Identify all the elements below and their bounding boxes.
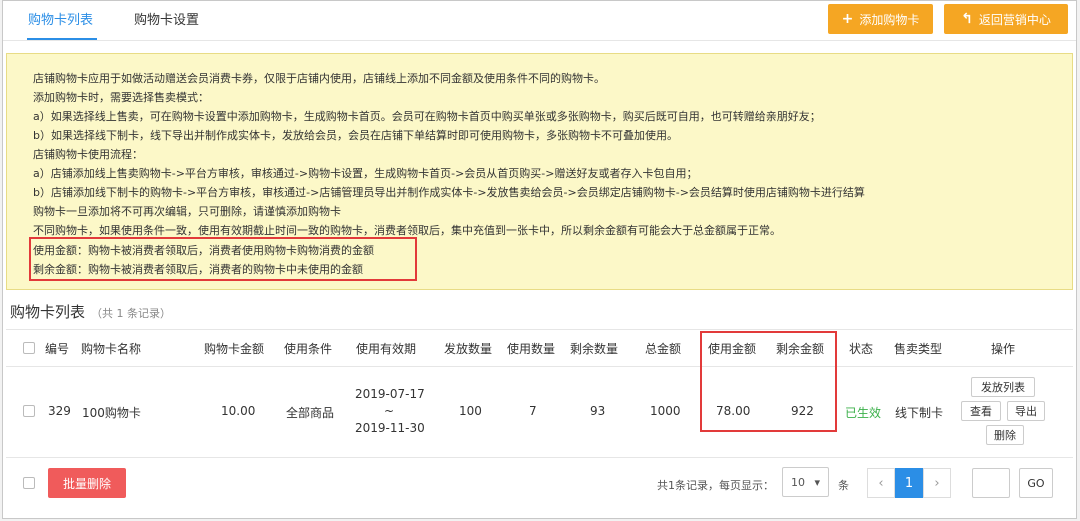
- cell-valid-end: 2019-11-30: [355, 421, 425, 435]
- add-card-button[interactable]: + 添加购物卡: [828, 4, 933, 34]
- notice-highlight-box: [29, 237, 417, 281]
- back-to-marketing-button[interactable]: ↰ 返回营销中心: [944, 4, 1068, 34]
- plus-icon: +: [841, 11, 854, 27]
- record-count: （共 1 条记录）: [91, 307, 171, 320]
- notice-line: b）店铺添加线下制卡的购物卡->平台方审核，审核通过->店铺管理员导出并制作成实…: [33, 186, 865, 199]
- col-header-condition: 使用条件: [284, 342, 333, 356]
- col-header-issued: 发放数量: [444, 342, 493, 356]
- col-header-total: 总金额: [645, 342, 682, 356]
- per-page-unit: 条: [838, 479, 849, 492]
- cell-total: 1000: [650, 404, 681, 418]
- cell-condition: 全部商品: [286, 406, 335, 420]
- footer-select-all-checkbox[interactable]: [23, 477, 35, 489]
- export-button[interactable]: 导出: [1007, 401, 1045, 421]
- page-1-button[interactable]: 1: [895, 468, 923, 498]
- tab-divider: [3, 40, 1076, 41]
- cell-remaining: 93: [590, 404, 606, 418]
- notice-line: a）店铺添加线上售卖购物卡->平台方审核，审核通过->购物卡设置，生成购物卡首页…: [33, 167, 698, 180]
- cell-used: 7: [529, 404, 537, 418]
- per-page-select[interactable]: 10 ▾: [782, 467, 829, 497]
- add-card-label: 添加购物卡: [859, 12, 920, 27]
- col-header-sale-type: 售卖类型: [894, 342, 943, 356]
- per-page-value: 10: [791, 475, 805, 489]
- notice-line: 店铺购物卡使用流程：: [33, 148, 143, 161]
- row-checkbox[interactable]: [23, 405, 35, 417]
- next-page-button[interactable]: ›: [923, 468, 951, 498]
- delete-button[interactable]: 删除: [986, 425, 1024, 445]
- list-title: 购物卡列表: [10, 303, 86, 321]
- col-header-id: 编号: [45, 342, 70, 356]
- row-divider: [6, 457, 1073, 458]
- return-arrow-icon: ↰: [961, 11, 973, 27]
- goto-page-input[interactable]: [972, 468, 1010, 498]
- tab-card-settings[interactable]: 购物卡设置: [134, 9, 199, 28]
- caret-down-icon: ▾: [814, 475, 820, 489]
- notice-line: 添加购物卡时，需要选择售卖模式：: [33, 91, 209, 104]
- notice-line: b）如果选择线下制卡，线下导出并制作成实体卡，发放给会员，会员在店铺下单结算时即…: [33, 129, 678, 142]
- cell-name: 100购物卡: [82, 406, 141, 420]
- back-label: 返回营销中心: [978, 12, 1051, 27]
- col-header-validity: 使用有效期: [356, 342, 417, 356]
- col-header-amount: 购物卡金额: [204, 342, 265, 356]
- cell-valid-sep: ~: [384, 404, 395, 418]
- col-header-used: 使用数量: [507, 342, 556, 356]
- col-header-remaining: 剩余数量: [570, 342, 619, 356]
- issue-list-button[interactable]: 发放列表: [971, 377, 1035, 397]
- batch-delete-button[interactable]: 批量删除: [48, 468, 126, 498]
- page-frame: 购物卡列表 购物卡设置 + 添加购物卡 ↰ 返回营销中心 店铺购物卡应用于如做活…: [2, 0, 1077, 519]
- notice-line: a）如果选择线上售卖，可在购物卡设置中添加购物卡，生成购物卡首页。会员可在购物卡…: [33, 110, 821, 123]
- cell-amount: 10.00: [221, 404, 256, 418]
- cell-sale-type: 线下制卡: [895, 406, 944, 420]
- notice-line: 购物卡一旦添加将不可再次编辑，只可删除，请谨慎添加购物卡: [33, 205, 341, 218]
- notice-line: 店铺购物卡应用于如做活动赠送会员消费卡券，仅限于店铺内使用，店铺线上添加不同金额…: [33, 72, 605, 85]
- col-header-name: 购物卡名称: [81, 342, 142, 356]
- cell-status: 已生效: [845, 406, 882, 420]
- amount-highlight-box: [700, 331, 837, 432]
- prev-page-button[interactable]: ‹: [867, 468, 895, 498]
- cell-issued: 100: [459, 404, 482, 418]
- tab-card-list[interactable]: 购物卡列表: [28, 9, 93, 28]
- notice-panel: 店铺购物卡应用于如做活动赠送会员消费卡券，仅限于店铺内使用，店铺线上添加不同金额…: [6, 53, 1073, 290]
- cell-id: 329: [48, 404, 71, 418]
- col-header-actions: 操作: [991, 342, 1016, 356]
- pager-records-text: 共1条记录，每页显示：: [657, 479, 774, 492]
- go-button[interactable]: GO: [1019, 468, 1053, 498]
- view-button[interactable]: 查看: [961, 401, 1001, 421]
- notice-line: 不同购物卡，如果使用条件一致，使用有效期截止时间一致的购物卡，消费者领取后，集中…: [33, 224, 781, 237]
- col-header-status: 状态: [849, 342, 874, 356]
- select-all-checkbox[interactable]: [23, 342, 35, 354]
- cell-valid-start: 2019-07-17: [355, 387, 425, 401]
